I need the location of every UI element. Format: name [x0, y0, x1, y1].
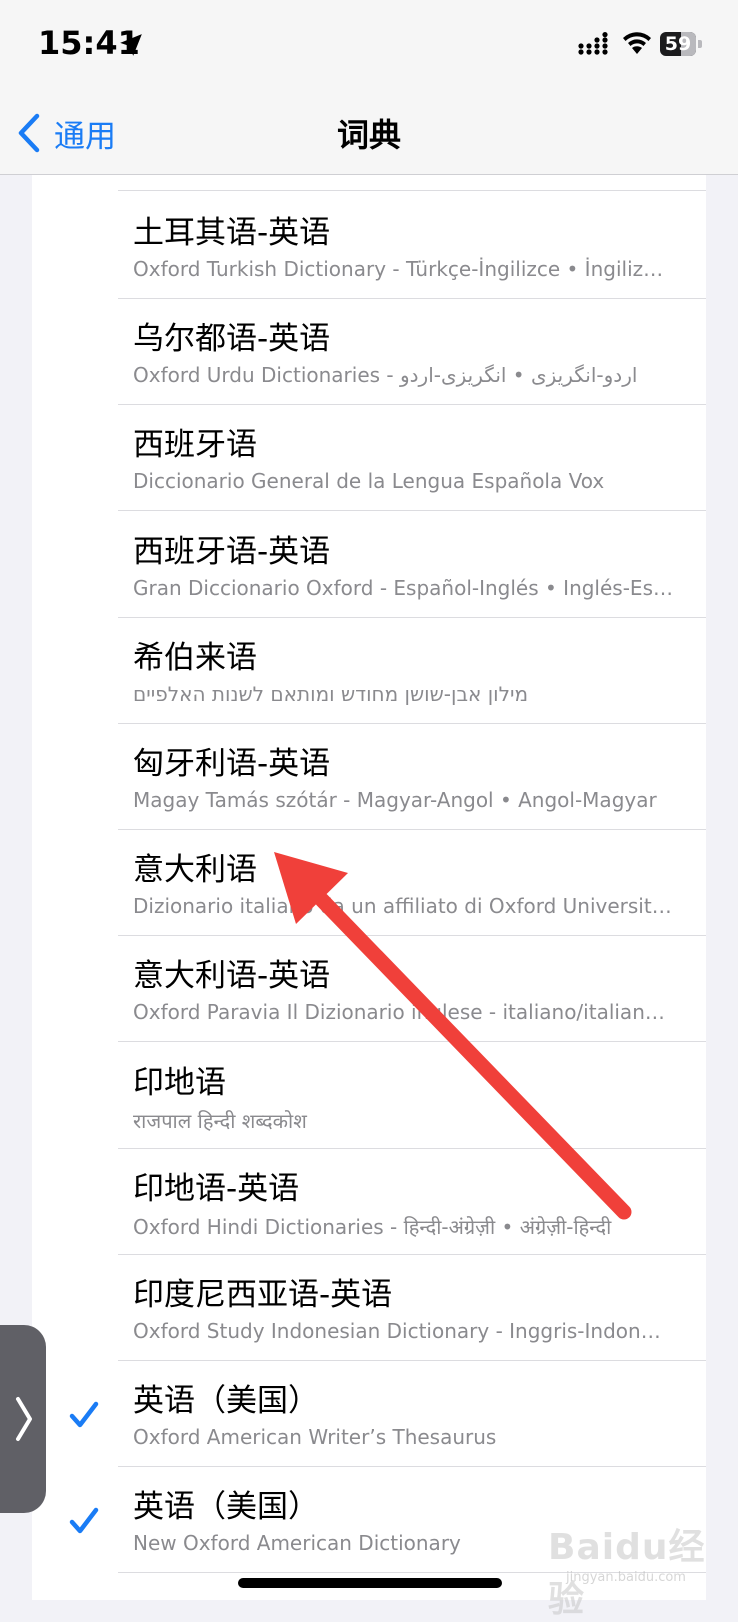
- navigation-bar: 通用 词典: [0, 90, 738, 175]
- dictionary-subtitle: Oxford Urdu Dictionaries - اردو-انگریزی …: [133, 363, 638, 388]
- dictionary-title: 匈牙利语-英语: [133, 746, 331, 782]
- dictionary-subtitle: Magay Tamás szótár - Magyar-Angol • Ango…: [133, 788, 657, 812]
- dictionary-subtitle: Diccionario General de la Lengua Español…: [133, 469, 605, 494]
- dictionary-title: 印地语: [133, 1064, 226, 1101]
- dictionary-subtitle: Oxford Turkish Dictionary - Türkçe-İngil…: [133, 257, 673, 281]
- dictionary-subtitle: מילון אבן-שושן מחודש ומותאם לשנות האלפיי…: [133, 681, 529, 706]
- chevron-right-icon: [16, 1397, 32, 1441]
- dictionary-subtitle: राजपाल हिन्दी शब्दकोश: [133, 1108, 307, 1133]
- home-indicator[interactable]: [238, 1578, 502, 1588]
- location-arrow-icon: [120, 34, 142, 56]
- dictionary-title: 意大利语-英语: [133, 958, 331, 995]
- battery-icon: 59: [660, 32, 702, 56]
- dictionary-title: 英语（美国）: [133, 1383, 319, 1420]
- dictionary-list: 土耳其语-英语 Oxford Turkish Dictionary - Türkç…: [32, 175, 706, 1600]
- dictionary-row[interactable]: 印地语-英语 Oxford Hindi Dictionaries - हिन्दी…: [32, 1147, 706, 1255]
- dictionary-title: 希伯来语: [133, 639, 257, 676]
- dictionary-subtitle: Oxford American Writer’s Thesaurus: [133, 1425, 497, 1450]
- dictionary-title: 印度尼西亚语-英语: [133, 1277, 393, 1313]
- cellular-signal-icon: [578, 32, 608, 55]
- dictionary-subtitle: Oxford Study Indonesian Dictionary - Ing…: [133, 1319, 673, 1343]
- dictionary-row[interactable]: 意大利语 Dizionario italiano da un affiliato …: [32, 828, 706, 937]
- checkmark-icon: [69, 1401, 99, 1428]
- dictionary-row[interactable]: 意大利语-英语 Oxford Paravia Il Dizionario ingl…: [32, 934, 706, 1043]
- page-title: 词典: [336, 116, 401, 154]
- dictionary-row[interactable]: 西班牙语-英语 Gran Diccionario Oxford - Español…: [32, 510, 706, 618]
- status-bar: 15:41 59: [0, 0, 738, 90]
- dictionary-row[interactable]: 乌尔都语-英语 Oxford Urdu Dictionaries - اردو-ا…: [32, 297, 706, 406]
- dictionary-subtitle: Oxford Hindi Dictionaries - हिन्दी-अंग्र…: [133, 1214, 612, 1239]
- dictionary-row[interactable]: 土耳其语-英语 Oxford Turkish Dictionary - Türkç…: [32, 191, 706, 299]
- dictionary-row[interactable]: 英语（美国） Oxford American Writer’s Thesaurus: [32, 1359, 706, 1468]
- dictionary-row[interactable]: 匈牙利语-英语 Magay Tamás szótár - Magyar-Angol…: [32, 722, 706, 830]
- dictionary-row[interactable]: 印地语 राजपाल हिन्दी शब्दकोश: [32, 1041, 706, 1149]
- dictionary-title: 乌尔都语-英语: [133, 321, 331, 358]
- dictionary-title: 英语（美国）: [133, 1489, 319, 1526]
- dictionary-title: 印地语-英语: [133, 1170, 300, 1207]
- watermark-logo: Baidu经验 jingyan.baidu.com: [548, 1518, 738, 1620]
- wifi-icon: [623, 32, 651, 54]
- dictionary-row[interactable]: 印度尼西亚语-英语 Oxford Study Indonesian Diction…: [32, 1253, 706, 1361]
- watermark-subtext: jingyan.baidu.com: [566, 1570, 686, 1585]
- checkmark-icon: [69, 1508, 99, 1534]
- dictionary-title: 意大利语: [133, 852, 257, 889]
- side-expand-handle[interactable]: [0, 1325, 46, 1513]
- dictionary-subtitle: Gran Diccionario Oxford - Español-Inglés…: [133, 575, 673, 600]
- dictionary-row[interactable]: 希伯来语 מילון אבן-שושן מחודש ומותאם לשנות הא…: [32, 616, 706, 724]
- dictionary-title: 西班牙语-英语: [133, 533, 331, 570]
- dictionary-subtitle: Dizionario italiano da un affiliato di O…: [133, 894, 673, 919]
- battery-percentage: 59: [664, 33, 692, 55]
- dictionary-title: 西班牙语: [133, 427, 257, 464]
- dictionary-row[interactable]: 西班牙语 Diccionario General de la Lengua Esp…: [32, 403, 706, 512]
- dictionary-subtitle: Oxford Paravia Il Dizionario inglese - i…: [133, 1000, 673, 1025]
- dictionary-title: 土耳其语-英语: [133, 215, 331, 251]
